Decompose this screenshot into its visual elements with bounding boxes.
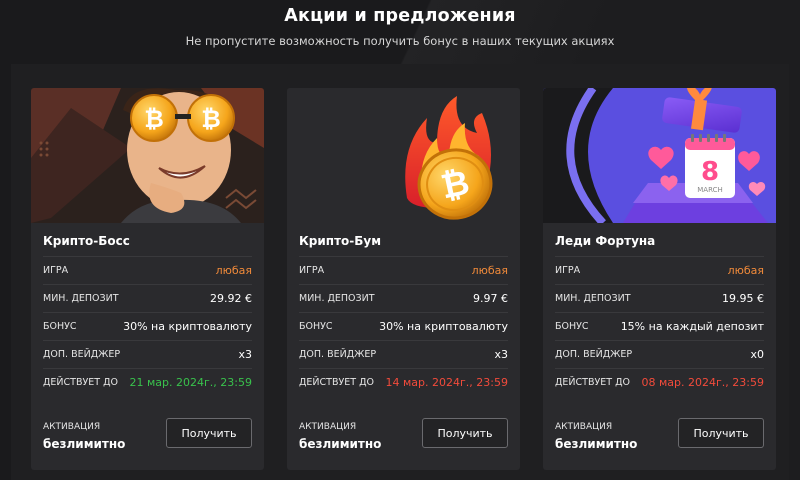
wager-value: x0 (750, 348, 764, 361)
bonus-value: 15% на каждый депозит (620, 320, 764, 333)
min-deposit-label: МИН. ДЕПОЗИТ (555, 293, 631, 304)
row-bonus: БОНУС 30% на криптовалюту (43, 312, 252, 340)
row-valid-until: ДЕЙСТВУЕТ ДО 14 мар. 2024г., 23:59 (299, 368, 508, 396)
game-value: любая (727, 264, 764, 277)
min-deposit-value: 29.92 € (210, 292, 252, 305)
bonus-label: БОНУС (555, 321, 589, 332)
row-game: ИГРА любая (299, 256, 508, 284)
activation-value: безлимитно (43, 437, 126, 451)
valid-until-label: ДЕЙСТВУЕТ ДО (555, 377, 630, 388)
row-min-deposit: МИН. ДЕПОЗИТ 29.92 € (43, 284, 252, 312)
activation-block: АКТИВАЦИЯ безлимитно Получить (299, 418, 508, 458)
activation-block: АКТИВАЦИЯ безлимитно Получить (555, 418, 764, 458)
wager-value: x3 (238, 348, 252, 361)
activation-label: АКТИВАЦИЯ (555, 422, 613, 432)
activation-value: безлимитно (555, 437, 638, 451)
row-bonus: БОНУС 15% на каждый депозит (555, 312, 764, 340)
burning-bitcoin-icon: ₿ (287, 88, 520, 223)
activation-block: АКТИВАЦИЯ безлимитно Получить (43, 418, 252, 458)
promo-name: Крипто-Бум (299, 234, 382, 248)
min-deposit-label: МИН. ДЕПОЗИТ (299, 293, 375, 304)
page-title: Акции и предложения (284, 6, 516, 26)
row-min-deposit: МИН. ДЕПОЗИТ 9.97 € (299, 284, 508, 312)
valid-until-value: 08 мар. 2024г., 23:59 (641, 376, 764, 389)
svg-text:₿: ₿ (201, 105, 221, 133)
page-header: Акции и предложения Не пропустите возмож… (0, 0, 800, 48)
min-deposit-value: 9.97 € (473, 292, 508, 305)
wager-label: ДОП. ВЕЙДЖЕР (299, 349, 377, 360)
row-bonus: БОНУС 30% на криптовалюту (299, 312, 508, 340)
valid-until-value: 21 мар. 2024г., 23:59 (129, 376, 252, 389)
row-wager: ДОП. ВЕЙДЖЕР x3 (43, 340, 252, 368)
svg-text:8: 8 (701, 157, 719, 187)
svg-text:MARCH: MARCH (697, 186, 723, 194)
promo-name: Крипто-Босс (43, 234, 130, 248)
get-bonus-button[interactable]: Получить (166, 418, 252, 448)
promotions-page: Акции и предложения Не пропустите возмож… (0, 0, 800, 480)
row-wager: ДОП. ВЕЙДЖЕР x0 (555, 340, 764, 368)
promo-name: Леди Фортуна (555, 234, 656, 248)
get-bonus-button[interactable]: Получить (678, 418, 764, 448)
valid-until-value: 14 мар. 2024г., 23:59 (385, 376, 508, 389)
gift-box-calendar-icon: 8 MARCH (543, 88, 776, 223)
game-value: любая (215, 264, 252, 277)
row-min-deposit: МИН. ДЕПОЗИТ 19.95 € (555, 284, 764, 312)
wager-value: x3 (494, 348, 508, 361)
min-deposit-label: МИН. ДЕПОЗИТ (43, 293, 119, 304)
activation-label: АКТИВАЦИЯ (43, 422, 101, 432)
crypto-boss-character-icon: ₿ ₿ (31, 88, 264, 223)
svg-text:₿: ₿ (144, 105, 164, 133)
game-label: ИГРА (43, 265, 69, 276)
game-value: любая (471, 264, 508, 277)
valid-until-label: ДЕЙСТВУЕТ ДО (299, 377, 374, 388)
wager-label: ДОП. ВЕЙДЖЕР (555, 349, 633, 360)
min-deposit-value: 19.95 € (722, 292, 764, 305)
activation-label: АКТИВАЦИЯ (299, 422, 357, 432)
row-game: ИГРА любая (555, 256, 764, 284)
promo-card-crypto-boss: ₿ ₿ Крипто-Босс ИГРА любая МИН. ДЕПОЗИТ … (31, 88, 264, 470)
promo-card-crypto-boom: ₿ Крипто-Бум ИГРА любая МИН. ДЕПОЗИТ 9.9… (287, 88, 520, 470)
row-valid-until: ДЕЙСТВУЕТ ДО 08 мар. 2024г., 23:59 (555, 368, 764, 396)
game-label: ИГРА (299, 265, 325, 276)
activation-value: безлимитно (299, 437, 382, 451)
row-game: ИГРА любая (43, 256, 252, 284)
get-bonus-button[interactable]: Получить (422, 418, 508, 448)
bonus-label: БОНУС (299, 321, 333, 332)
game-label: ИГРА (555, 265, 581, 276)
page-subtitle: Не пропустите возможность получить бонус… (185, 34, 615, 48)
row-wager: ДОП. ВЕЙДЖЕР x3 (299, 340, 508, 368)
bonus-value: 30% на криптовалюту (379, 320, 508, 333)
valid-until-label: ДЕЙСТВУЕТ ДО (43, 377, 118, 388)
wager-label: ДОП. ВЕЙДЖЕР (43, 349, 121, 360)
bonus-label: БОНУС (43, 321, 77, 332)
promo-card-lady-fortune: 8 MARCH Леди Фортуна ИГРА любая МИН. ДЕП… (543, 88, 776, 470)
bonus-value: 30% на криптовалюту (123, 320, 252, 333)
row-valid-until: ДЕЙСТВУЕТ ДО 21 мар. 2024г., 23:59 (43, 368, 252, 396)
